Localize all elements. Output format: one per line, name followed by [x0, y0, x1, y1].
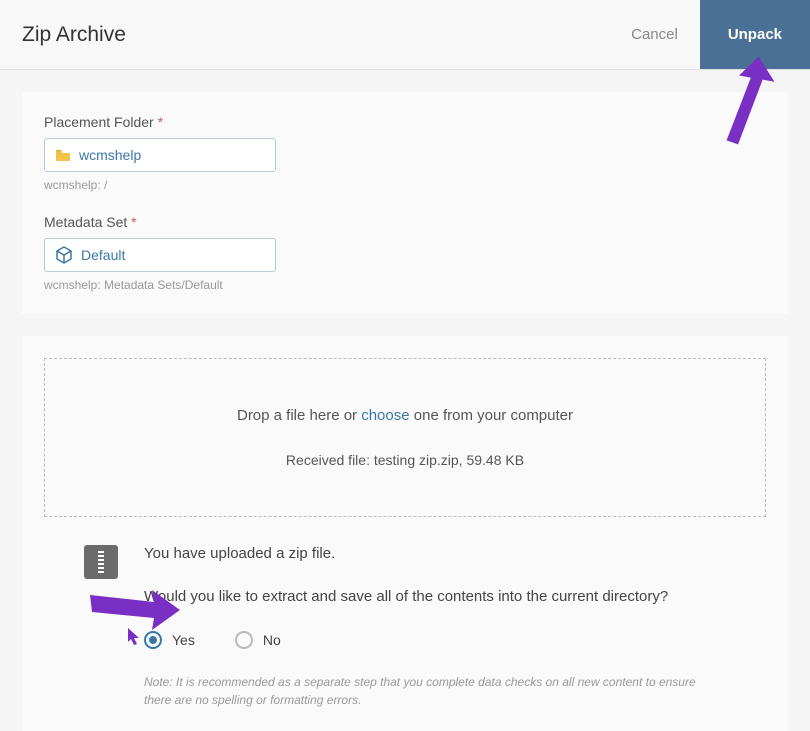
cube-icon [55, 246, 73, 264]
extract-question: Would you like to extract and save all o… [144, 588, 726, 605]
placement-folder-group: Placement Folder * wcmshelp wcmshelp: / [44, 114, 766, 192]
placement-folder-chooser[interactable]: wcmshelp [44, 138, 276, 172]
extract-note: Note: It is recommended as a separate st… [144, 673, 726, 709]
extract-radio-group: Yes No [144, 631, 726, 649]
extract-yes-label: Yes [172, 632, 195, 648]
cancel-button[interactable]: Cancel [609, 0, 700, 69]
required-indicator: * [127, 214, 136, 230]
metadata-set-chooser[interactable]: Default [44, 238, 276, 272]
folder-icon [55, 148, 71, 162]
choose-file-link[interactable]: choose [361, 407, 409, 424]
uploaded-message: You have uploaded a zip file. [144, 545, 726, 562]
metadata-set-group: Metadata Set * Default wcmshelp: Metadat… [44, 214, 766, 292]
metadata-set-value: Default [81, 247, 125, 263]
upload-panel: Drop a file here or choose one from your… [22, 336, 788, 731]
metadata-set-label: Metadata Set * [44, 214, 766, 230]
metadata-set-hint: wcmshelp: Metadata Sets/Default [44, 278, 766, 292]
radio-unchecked-icon [235, 631, 253, 649]
file-dropzone[interactable]: Drop a file here or choose one from your… [44, 358, 766, 517]
placement-folder-label: Placement Folder * [44, 114, 766, 130]
dialog-header: Zip Archive Cancel Unpack [0, 0, 810, 70]
dialog-title: Zip Archive [22, 23, 126, 47]
required-indicator: * [154, 114, 163, 130]
settings-panel: Placement Folder * wcmshelp wcmshelp: / … [22, 92, 788, 314]
extract-no-radio[interactable]: No [235, 631, 281, 649]
extract-section: You have uploaded a zip file. Would you … [44, 517, 766, 709]
radio-checked-icon [144, 631, 162, 649]
placement-folder-hint: wcmshelp: / [44, 178, 766, 192]
unpack-button[interactable]: Unpack [700, 0, 810, 69]
extract-yes-radio[interactable]: Yes [144, 631, 195, 649]
dropzone-instruction: Drop a file here or choose one from your… [65, 407, 745, 424]
zip-file-icon [84, 545, 118, 579]
placement-folder-value: wcmshelp [79, 147, 141, 163]
header-actions: Cancel Unpack [609, 0, 810, 69]
extract-no-label: No [263, 632, 281, 648]
received-file-info: Received file: testing zip.zip, 59.48 KB [65, 452, 745, 468]
